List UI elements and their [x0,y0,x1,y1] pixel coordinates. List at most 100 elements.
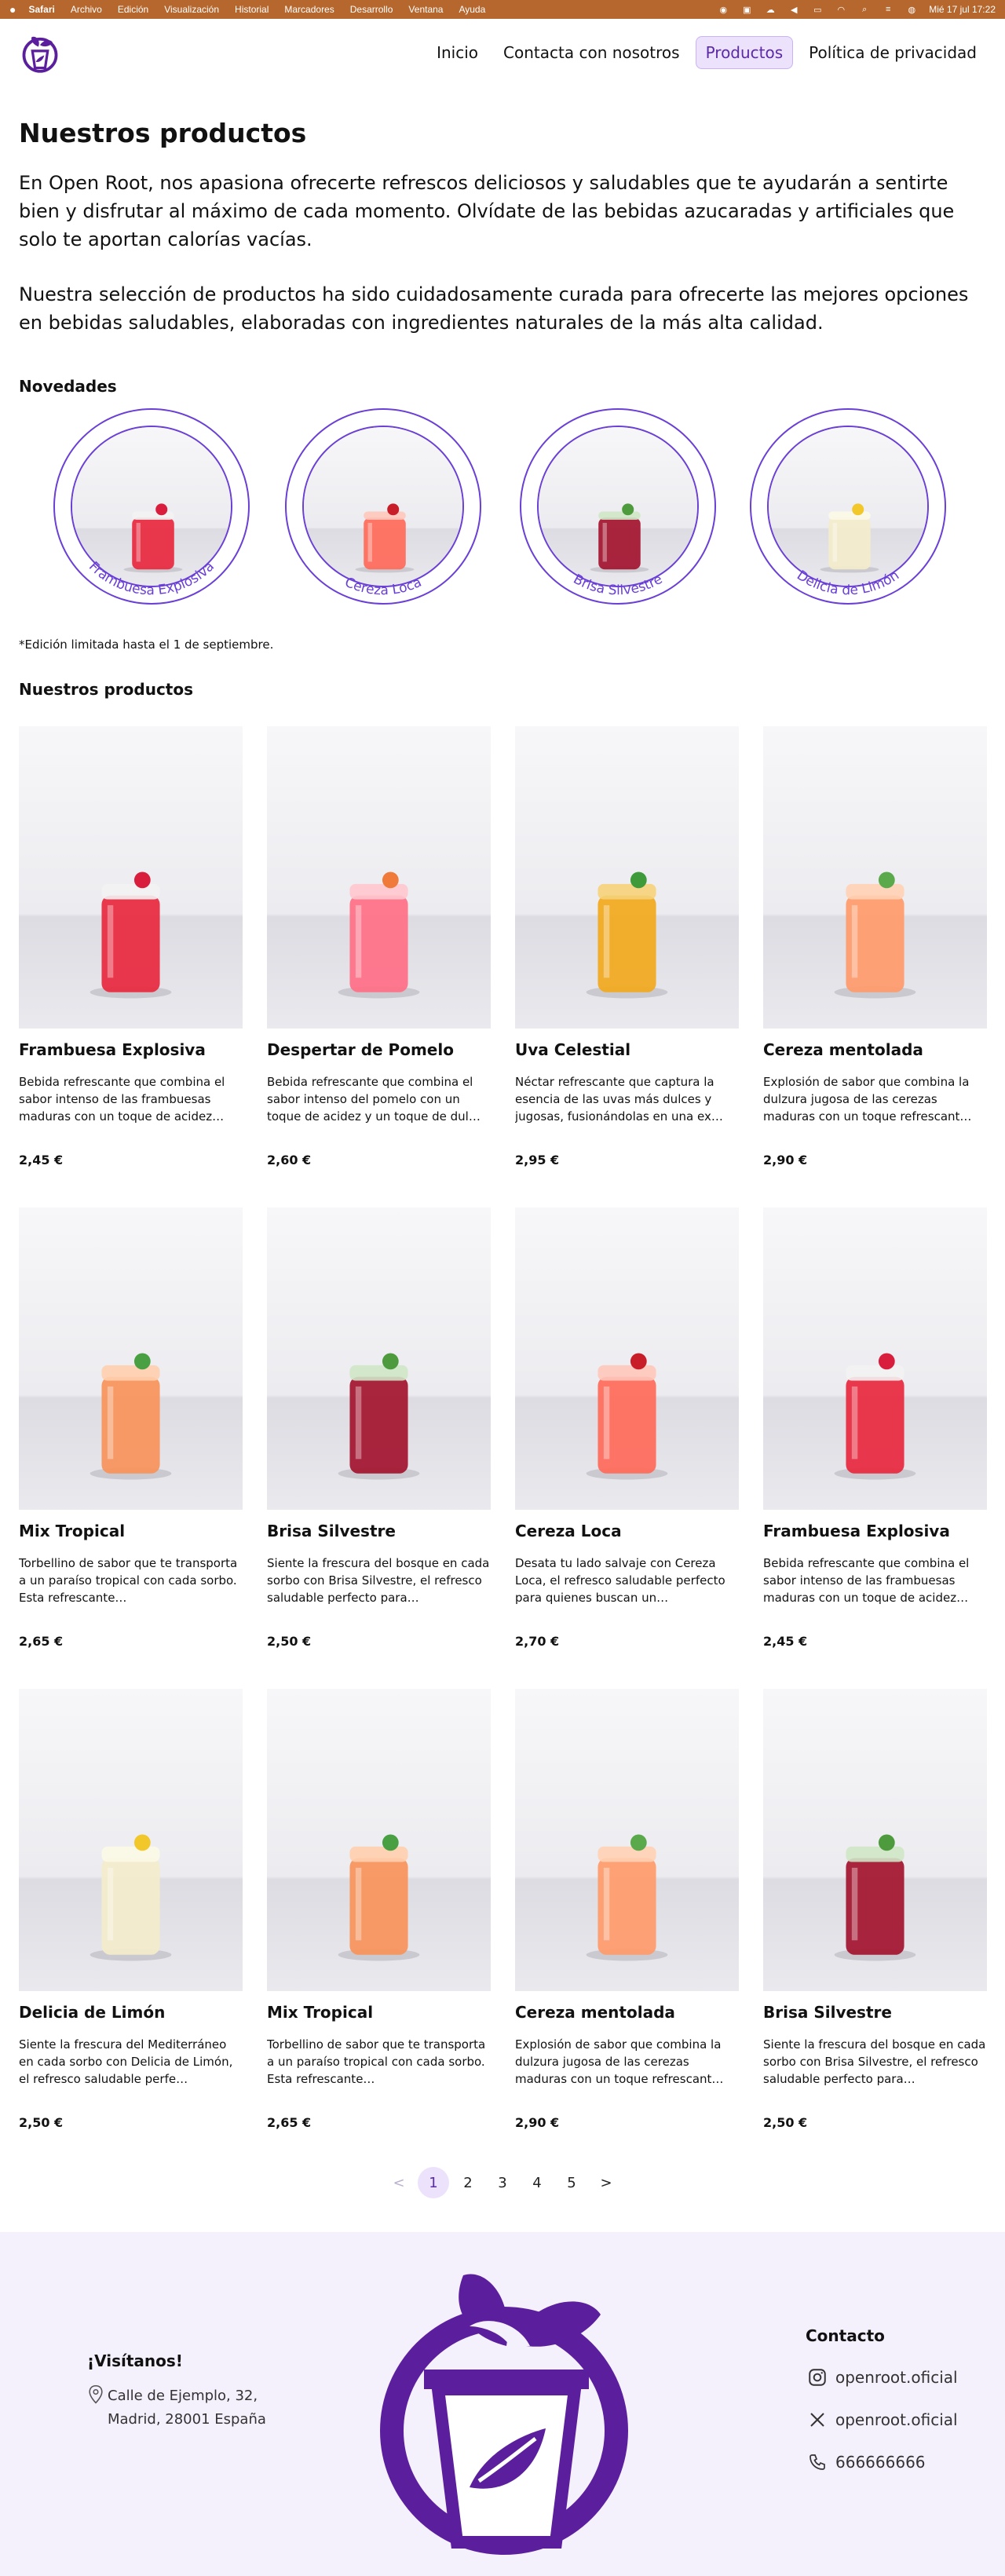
menu-item[interactable]: Archivo [71,4,102,15]
siri-icon[interactable]: ◍ [905,4,918,15]
product-image[interactable] [515,1208,739,1510]
pagination-prev[interactable]: < [383,2167,415,2198]
nav-inicio[interactable]: Inicio [427,37,488,68]
product-card[interactable]: Frambuesa Explosiva Bebida refrescante q… [763,1208,987,1663]
novedad-item[interactable]: Cereza Loca [285,408,481,620]
product-description: Explosión de sabor que combina la dulzur… [763,1075,972,1124]
product-name[interactable]: Despertar de Pomelo [267,1040,454,1059]
product-image[interactable] [763,1208,987,1510]
product-price: 2,60 € [267,1153,312,1167]
product-card[interactable]: Brisa Silvestre Siente la frescura del b… [763,1689,987,2144]
location-pin-icon [89,2384,103,2404]
product-name[interactable]: Mix Tropical [267,2003,373,2022]
product-description: Torbellino de sabor que te transporta a … [19,1556,238,1605]
menu-item[interactable]: Visualización [164,4,219,15]
product-price: 2,50 € [19,2115,64,2130]
footer-instagram-handle[interactable]: openroot.oficial [835,2368,958,2387]
novedades-title: Novedades [19,377,117,396]
wifi-icon[interactable]: ◠ [835,4,847,15]
pagination: < 1 2 3 4 5 > [0,2167,1005,2198]
menu-app[interactable]: Safari [28,4,54,15]
product-image[interactable] [763,1689,987,1991]
product-description: Siente la frescura del bosque en cada so… [267,1556,490,1605]
product-image[interactable] [267,1689,491,1991]
pagination-page[interactable]: 1 [418,2167,449,2198]
novedad-label: Brisa Silvestre [571,572,665,599]
nav-productos[interactable]: Productos [695,36,794,69]
product-name[interactable]: Cereza mentolada [763,1040,923,1059]
product-name[interactable]: Cereza Loca [515,1522,622,1540]
product-card[interactable]: Mix Tropical Torbellino de sabor que te … [19,1208,243,1663]
product-card[interactable]: Frambuesa Explosiva Bebida refrescante q… [19,726,243,1182]
product-card[interactable]: Despertar de Pomelo Bebida refrescante q… [267,726,491,1182]
product-description: Bebida refrescante que combina el sabor … [763,1556,970,1605]
svg-text:Cereza Loca: Cereza Loca [342,575,424,599]
footer-x-link[interactable]: openroot.oficial [806,2399,958,2441]
open-root-logo[interactable] [19,31,61,74]
battery-icon[interactable]: ▭ [811,4,824,15]
product-price: 2,65 € [19,1634,64,1649]
product-card[interactable]: Delicia de Limón Siente la frescura del … [19,1689,243,2144]
product-image[interactable] [763,726,987,1029]
product-card[interactable]: Cereza mentolada Explosión de sabor que … [763,726,987,1182]
novedad-item[interactable]: Delicia de Limón [750,408,946,620]
product-image[interactable] [515,726,739,1029]
product-description: Siente la frescura del bosque en cada so… [763,2037,986,2086]
product-description: Bebida refrescante que combina el sabor … [19,1075,225,1124]
product-name[interactable]: Brisa Silvestre [267,1522,396,1540]
pagination-page[interactable]: 3 [487,2167,518,2198]
product-image[interactable] [19,1689,243,1991]
footer-phone-link[interactable]: 666666666 [806,2441,958,2483]
control-center-icon[interactable]: ≡ [882,4,894,15]
product-image[interactable] [515,1689,739,1991]
product-image[interactable] [267,726,491,1029]
novedad-name: Delicia de Limón [794,568,902,598]
product-price: 2,90 € [515,2115,560,2130]
cloud-icon[interactable]: ☁ [764,4,777,15]
product-image[interactable] [19,1208,243,1510]
menu-item[interactable]: Marcadores [284,4,334,15]
product-price: 2,65 € [267,2115,312,2130]
product-name[interactable]: Frambuesa Explosiva [763,1522,950,1540]
product-card[interactable]: Mix Tropical Torbellino de sabor que te … [267,1689,491,2144]
volume-icon[interactable]: ◀ [788,4,800,15]
novedad-item[interactable]: Brisa Silvestre [520,408,716,620]
novedades-carousel: Frambuesa Explosiva Cereza Loca Brisa Si… [0,408,1005,620]
product-name[interactable]: Frambuesa Explosiva [19,1040,206,1059]
novedad-label: Delicia de Limón [794,568,902,598]
nav-privacidad[interactable]: Política de privacidad [799,37,986,68]
product-name[interactable]: Cereza mentolada [515,2003,675,2022]
footer-instagram-link[interactable]: openroot.oficial [806,2356,958,2399]
pagination-page[interactable]: 2 [452,2167,484,2198]
menu-item[interactable]: Ayuda [459,4,485,15]
pagination-page[interactable]: 5 [556,2167,587,2198]
menu-datetime[interactable]: Mié 17 jul 17:22 [929,4,996,15]
nav-contacta[interactable]: Contacta con nosotros [494,37,689,68]
product-card[interactable]: Cereza mentolada Explosión de sabor que … [515,1689,739,2144]
record-icon[interactable]: ◉ [717,4,729,15]
novedad-item[interactable]: Frambuesa Explosiva [53,408,250,620]
pagination-next[interactable]: > [590,2167,622,2198]
footer-x-handle[interactable]: openroot.oficial [835,2410,958,2429]
app-status-icon[interactable]: ▣ [740,4,753,15]
menu-item[interactable]: Edición [118,4,148,15]
pagination-page[interactable]: 4 [521,2167,553,2198]
product-name[interactable]: Brisa Silvestre [763,2003,892,2022]
product-image[interactable] [19,726,243,1029]
product-image[interactable] [267,1208,491,1510]
product-card[interactable]: Cereza Loca Desata tu lado salvaje con C… [515,1208,739,1663]
apple-icon[interactable]: ● [9,3,16,16]
product-name[interactable]: Mix Tropical [19,1522,125,1540]
menu-item[interactable]: Ventana [408,4,443,15]
menu-item[interactable]: Historial [235,4,269,15]
menu-item[interactable]: Desarrollo [350,4,393,15]
intro-paragraph-1: En Open Root, nos apasiona ofrecerte ref… [19,172,955,250]
product-card[interactable]: Uva Celestial Néctar refrescante que cap… [515,726,739,1182]
search-icon[interactable]: ⌕ [858,4,871,15]
product-name[interactable]: Delicia de Limón [19,2003,165,2022]
footer-greeting: ¡Visítanos! [87,2351,183,2370]
product-name[interactable]: Uva Celestial [515,1040,630,1059]
footer-phone-number[interactable]: 666666666 [835,2453,926,2472]
product-card[interactable]: Brisa Silvestre Siente la frescura del b… [267,1208,491,1663]
product-description: Desata tu lado salvaje con Cereza Loca, … [515,1556,725,1605]
